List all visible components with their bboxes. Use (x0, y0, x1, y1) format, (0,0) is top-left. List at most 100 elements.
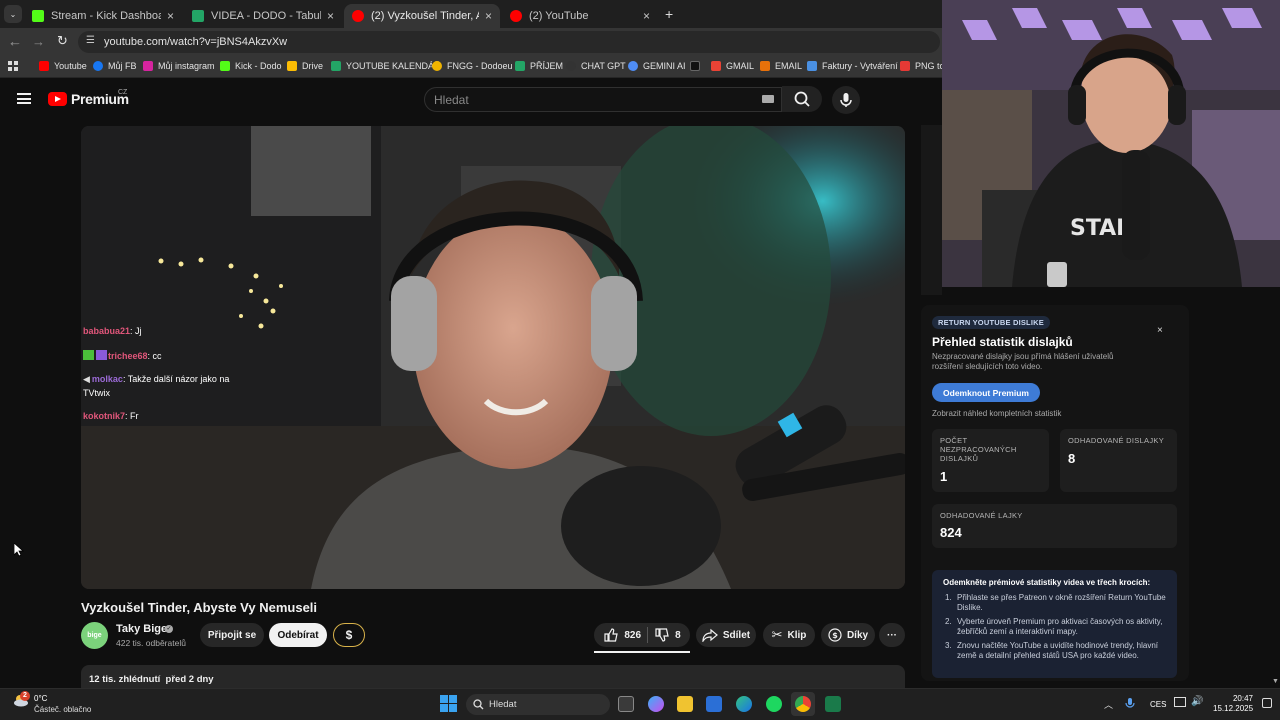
bookmark-kick[interactable]: Kick - Dodo (220, 61, 282, 71)
taskbar-search[interactable] (466, 694, 610, 715)
excel-icon[interactable] (825, 696, 841, 712)
dollar-icon: $ (345, 628, 353, 642)
tab-close-icon[interactable]: × (167, 9, 174, 23)
menu-icon[interactable] (17, 93, 31, 104)
badge-icon (83, 350, 94, 360)
video-frame (81, 126, 905, 589)
site-info-icon[interactable]: ☰ (86, 35, 95, 46)
reload-button[interactable]: ↻ (57, 33, 68, 49)
tab-close-icon[interactable]: × (327, 9, 334, 23)
dislike-button[interactable]: 8 (654, 628, 681, 642)
keyboard-icon[interactable] (762, 95, 774, 103)
bookmark-drive[interactable]: Drive (287, 61, 323, 71)
thumbs-down-icon (655, 628, 669, 642)
channel-avatar[interactable]: bige (81, 622, 108, 649)
tab-sheets[interactable]: VIDEA - DODO - Tabulky Googl × (184, 4, 342, 28)
bookmark-blank[interactable] (690, 61, 705, 71)
chat-message-continued: TVtwix (83, 388, 110, 398)
forward-button[interactable]: → (32, 34, 45, 49)
stat-label: ODHADOVANÉ LAJKY (940, 511, 1023, 520)
mouse-cursor-icon (14, 543, 24, 557)
howto-title: Odemkněte prémiové statistiky videa ve t… (943, 578, 1151, 587)
more-actions-button[interactable]: ··· (879, 623, 905, 647)
chat-message: bababua21: Jj (83, 326, 142, 336)
copilot-icon[interactable] (648, 696, 664, 712)
microphone-icon[interactable] (1125, 697, 1135, 711)
search-input[interactable] (424, 87, 782, 112)
temperature[interactable]: 0°C (34, 694, 47, 703)
like-ratio-bar (594, 651, 690, 653)
bookmark-youtube[interactable]: Youtube (39, 61, 87, 71)
close-button[interactable]: × (1157, 325, 1163, 336)
clip-button[interactable]: ✂ Klip (763, 623, 815, 647)
clock[interactable]: 20:47 15.12.2025 (1213, 694, 1253, 714)
new-tab-button[interactable]: + (665, 6, 673, 22)
chrome-icon[interactable] (795, 696, 811, 712)
region-code: CZ (118, 89, 128, 96)
tab-kick-dashboard[interactable]: Stream - Kick Dashboard × (24, 4, 182, 28)
bookmark-prijem[interactable]: PŘÍJEM (515, 61, 563, 71)
bookmark-email[interactable]: EMAIL (760, 61, 802, 71)
email-icon (760, 61, 770, 71)
unlock-premium-button[interactable]: Odemknout Premium (932, 383, 1040, 402)
thanks-button[interactable]: $ Díky (821, 623, 875, 647)
scissors-icon: ✂ (771, 627, 783, 642)
network-icon[interactable] (1174, 697, 1186, 707)
tab-close-icon[interactable]: × (485, 9, 492, 23)
super-thanks-button[interactable]: $ (333, 623, 365, 647)
sheets-icon (515, 61, 525, 71)
input-language[interactable]: CES (1150, 700, 1166, 709)
tab-close-icon[interactable]: × (643, 9, 650, 23)
share-button[interactable]: Sdílet (696, 623, 756, 647)
tab-search-button[interactable]: ⌄ (4, 5, 22, 23)
subscribe-button[interactable]: Odebírat (269, 623, 327, 647)
spotify-icon[interactable] (766, 696, 782, 712)
bookmark-fngg[interactable]: FNGG - Dodoeu (432, 61, 513, 71)
notifications-icon[interactable] (1262, 698, 1272, 708)
bookmark-fb[interactable]: Můj FB (93, 61, 137, 71)
voice-search-button[interactable] (832, 86, 860, 114)
facebook-icon (93, 61, 103, 71)
scroll-down-icon[interactable]: ▼ (1272, 678, 1279, 685)
dislike-count: 8 (675, 629, 681, 641)
bookmark-gmail[interactable]: GMAIL (711, 61, 754, 71)
panel-description: Nezpracované dislajky jsou přímá hlášení… (932, 352, 1114, 371)
join-button[interactable]: Připojit se (200, 623, 264, 647)
video-player[interactable] (81, 126, 905, 589)
windows-start-icon[interactable] (440, 695, 457, 712)
taskbar-search-label: Hledat (489, 699, 517, 710)
channel-name[interactable]: Taky Bige (116, 623, 167, 635)
bookmark-yt-calendar[interactable]: YOUTUBE KALENDÁŘ (331, 61, 441, 71)
apps-grid-icon[interactable] (8, 61, 18, 71)
bookmark-chatgpt[interactable]: CHAT GPT (566, 61, 626, 71)
search-button[interactable] (782, 86, 822, 112)
url-text[interactable]: youtube.com/watch?v=jBNS4AkzvXw (104, 36, 287, 48)
file-explorer-icon[interactable] (677, 696, 693, 712)
bookmark-png[interactable]: PNG to (900, 61, 945, 71)
share-icon (702, 628, 718, 642)
volume-icon[interactable]: 🔊 (1191, 696, 1203, 707)
view-count-date: 12 tis. zhlédnutí před 2 dny (89, 674, 214, 685)
chevron-up-icon[interactable]: ︿ (1104, 698, 1113, 711)
stat-value: 1 (940, 469, 948, 484)
bookmark-icon (690, 61, 700, 71)
outlook-icon[interactable] (706, 696, 722, 712)
weather-description[interactable]: Částeč. oblačno (34, 705, 91, 714)
youtube-logo-icon (48, 92, 67, 106)
kick-favicon-icon (32, 10, 44, 22)
edge-icon[interactable] (736, 696, 752, 712)
tab-youtube[interactable]: (2) YouTube × (502, 4, 658, 28)
bookmark-instagram[interactable]: Můj instagram (143, 61, 215, 71)
youtube-premium-logo[interactable]: Premium (48, 91, 129, 107)
bookmark-faktury[interactable]: Faktury - Vytváření (807, 61, 898, 71)
youtube-icon (39, 61, 49, 71)
bookmark-gemini[interactable]: GEMINI AI (628, 61, 686, 71)
svg-text:$: $ (832, 631, 838, 640)
like-button[interactable]: 826 (603, 628, 641, 642)
back-button[interactable]: ← (8, 34, 21, 49)
heart-icon (900, 61, 910, 71)
task-view-icon[interactable] (618, 696, 634, 712)
preview-stats-link[interactable]: Zobrazit náhled kompletních statistik (932, 409, 1061, 418)
faktury-icon (807, 61, 817, 71)
tab-youtube-video[interactable]: (2) Vyzkoušel Tinder, Abyste Vy × (344, 4, 500, 28)
